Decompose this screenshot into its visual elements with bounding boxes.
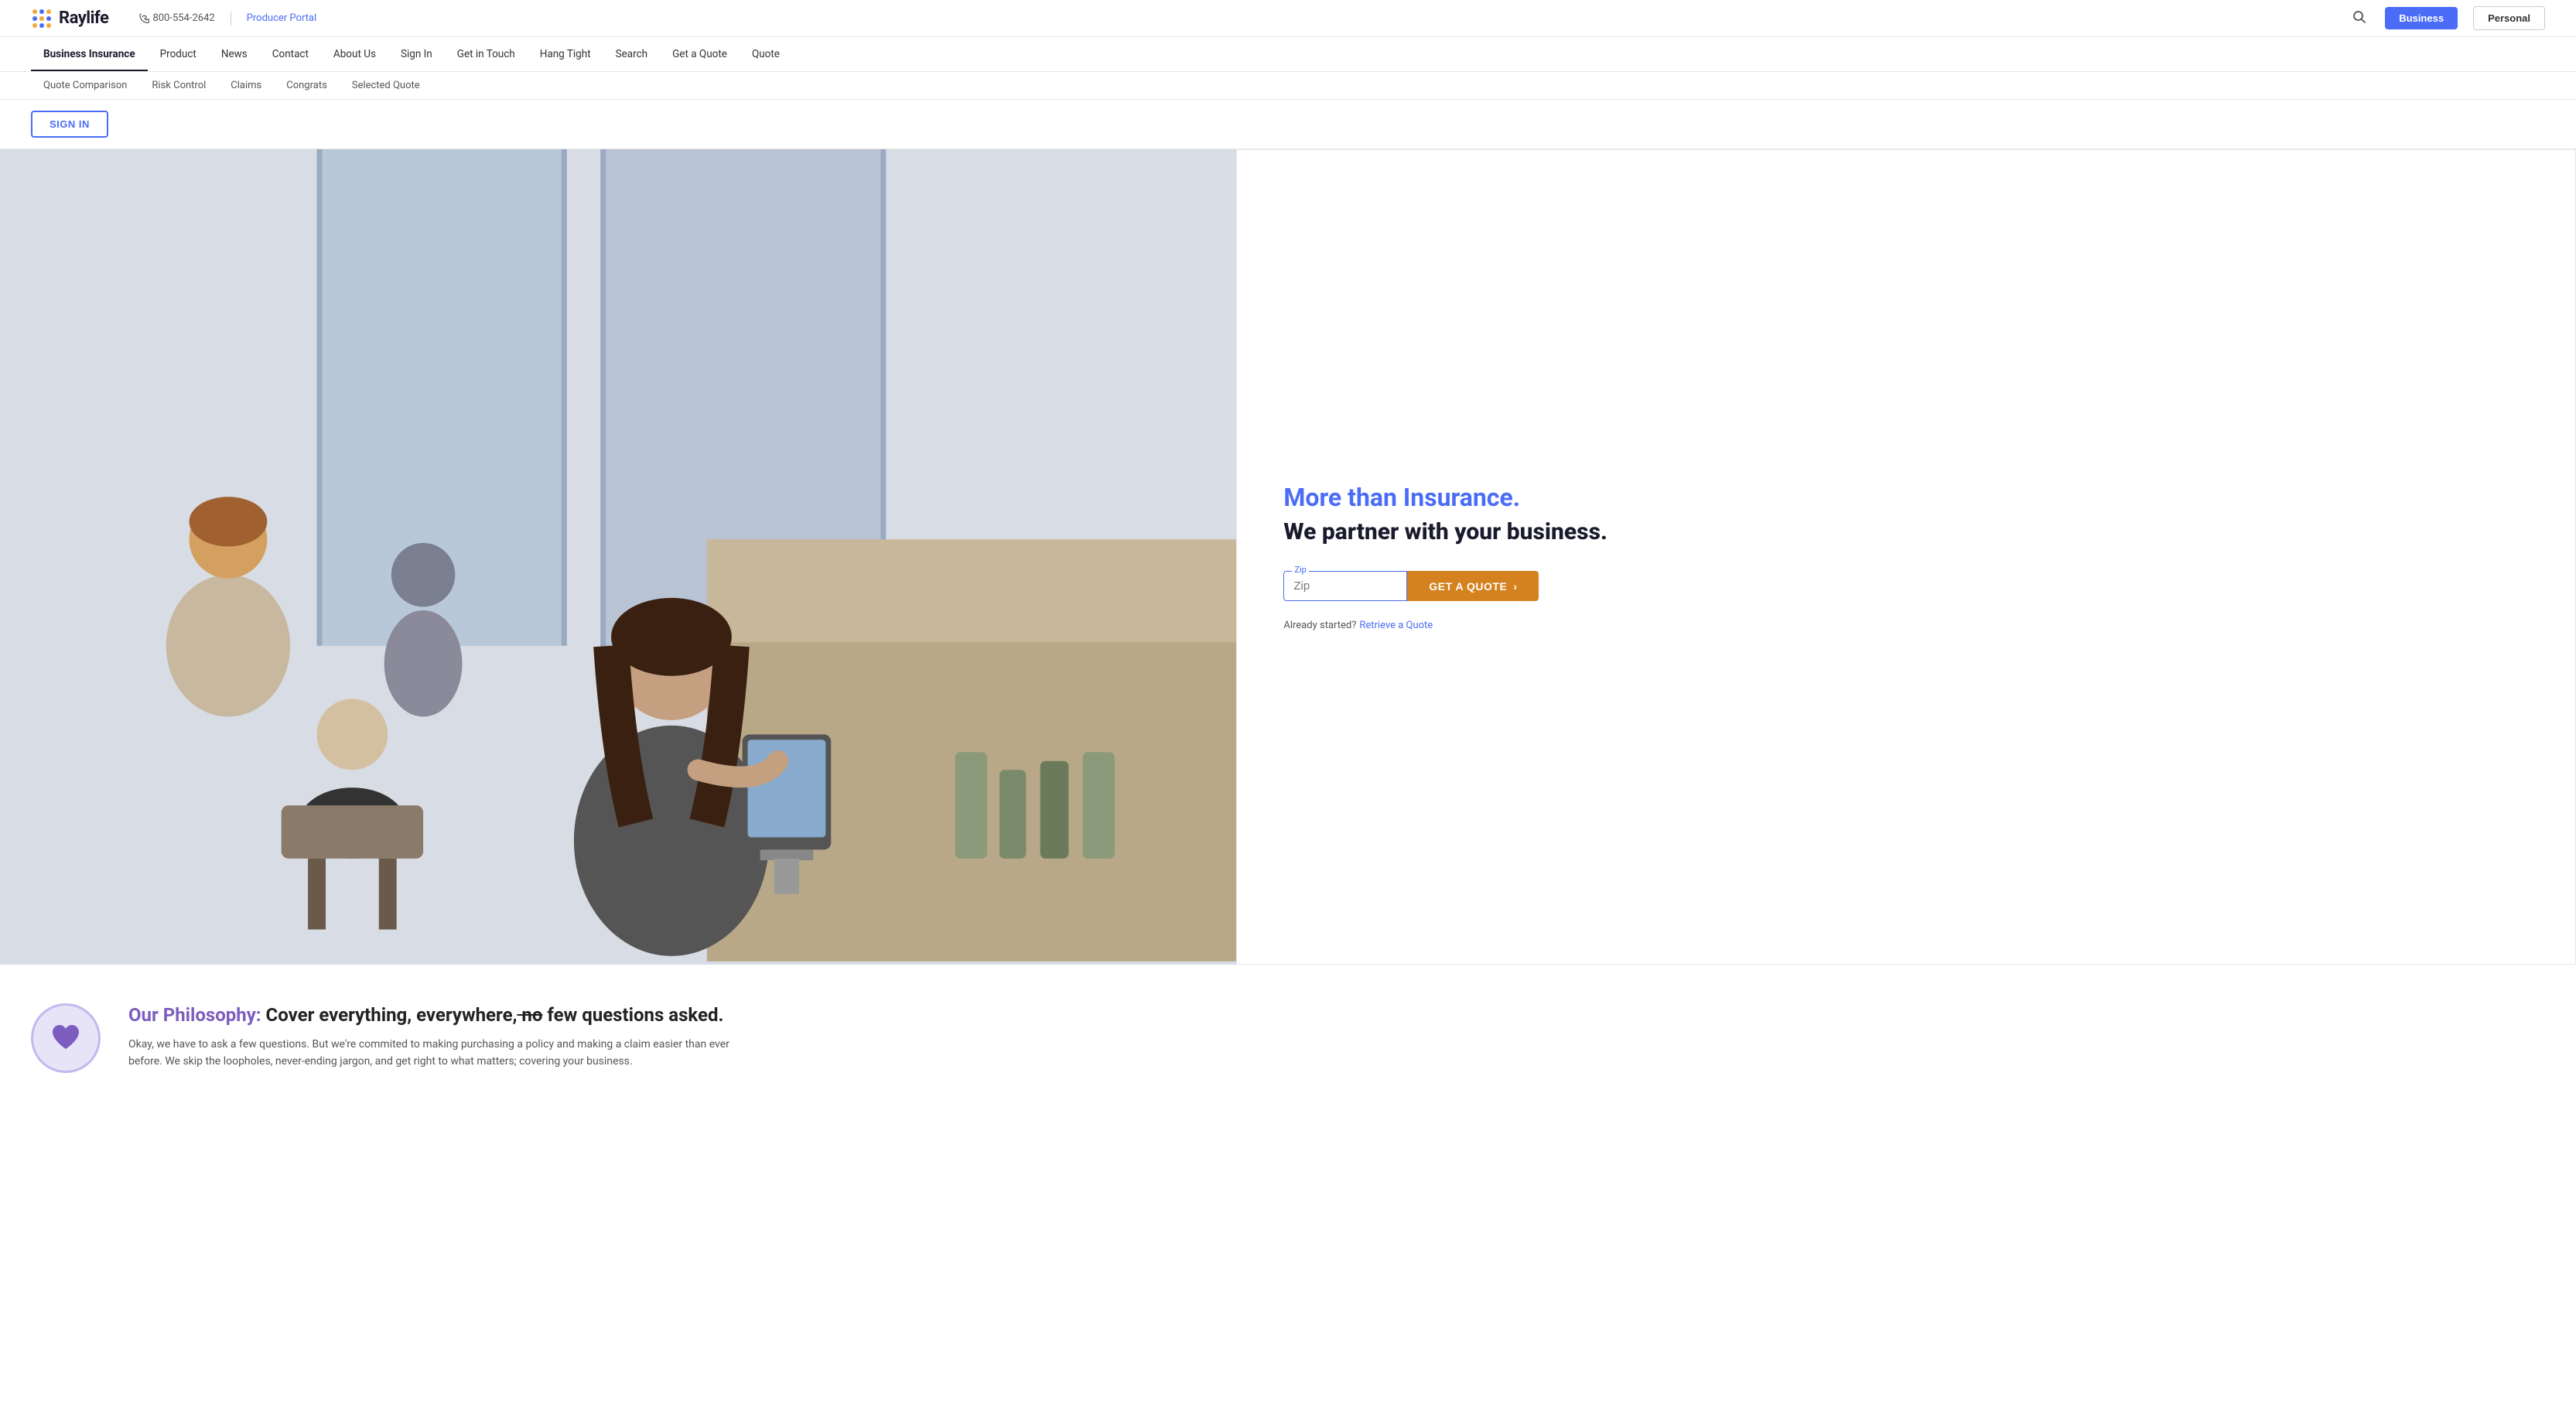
philosophy-section: Our Philosophy: Cover everything, everyw… — [0, 965, 2576, 1112]
logo-text: Raylife — [59, 9, 108, 28]
philosophy-title-main: Cover everything, everywhere, — [261, 1004, 518, 1026]
producer-portal-link[interactable]: Producer Portal — [247, 12, 316, 24]
zip-wrapper: Zip — [1283, 571, 1407, 601]
nav-item-business-insurance[interactable]: Business Insurance — [31, 37, 148, 71]
arrow-icon: › — [1513, 580, 1517, 593]
personal-toggle-button[interactable]: Personal — [2473, 6, 2545, 30]
philosophy-description: Okay, we have to ask a few questions. Bu… — [128, 1036, 747, 1071]
search-button[interactable] — [2349, 7, 2369, 29]
philosophy-icon-circle — [31, 1003, 101, 1073]
hero-tagline: More than Insurance. — [1283, 483, 2529, 512]
logo-icon — [31, 8, 53, 29]
hero-content: More than Insurance. We partner with you… — [1236, 149, 2576, 965]
phone-link[interactable]: 800-554-2642 — [139, 12, 214, 24]
hero-section: More than Insurance. We partner with you… — [0, 149, 2576, 965]
sign-in-button[interactable]: SIGN IN — [31, 111, 108, 138]
philosophy-text-area: Our Philosophy: Cover everything, everyw… — [128, 1003, 747, 1070]
sub-nav-selected-quote[interactable]: Selected Quote — [340, 72, 432, 99]
phone-icon — [139, 13, 149, 23]
sub-nav-quote-comparison[interactable]: Quote Comparison — [31, 72, 139, 99]
sub-nav-claims[interactable]: Claims — [218, 72, 274, 99]
nav-item-about-us[interactable]: About Us — [321, 37, 388, 71]
get-quote-button[interactable]: GET A QUOTE › — [1407, 571, 1539, 601]
nav-item-quote[interactable]: Quote — [740, 37, 792, 71]
already-started-row: Already started? Retrieve a Quote — [1283, 617, 2529, 631]
philosophy-title-strike: no — [517, 1004, 542, 1026]
top-bar: Raylife 800-554-2642 Producer Portal Bus… — [0, 0, 2576, 37]
philosophy-title-end: few questions asked. — [542, 1004, 723, 1026]
sub-nav-risk-control[interactable]: Risk Control — [139, 72, 218, 99]
hero-image — [0, 149, 1236, 965]
nav-item-get-in-touch[interactable]: Get in Touch — [445, 37, 528, 71]
hero-subtitle: We partner with your business. — [1283, 518, 2529, 546]
nav-item-product[interactable]: Product — [148, 37, 209, 71]
zip-input[interactable] — [1293, 575, 1397, 597]
search-icon — [2352, 10, 2366, 24]
main-nav: Business Insurance Product News Contact … — [0, 37, 2576, 72]
philosophy-title: Our Philosophy: Cover everything, everyw… — [128, 1003, 747, 1027]
sub-nav-congrats[interactable]: Congrats — [274, 72, 340, 99]
sub-nav: Quote Comparison Risk Control Claims Con… — [0, 72, 2576, 100]
nav-item-contact[interactable]: Contact — [260, 37, 321, 71]
nav-item-search[interactable]: Search — [603, 37, 660, 71]
zip-label: Zip — [1292, 565, 1308, 575]
business-toggle-button[interactable]: Business — [2385, 7, 2458, 29]
quote-form: Zip GET A QUOTE › — [1283, 571, 2529, 601]
nav-item-hang-tight[interactable]: Hang Tight — [528, 37, 603, 71]
philosophy-title-colored: Our Philosophy: — [128, 1004, 261, 1026]
nav-item-news[interactable]: News — [209, 37, 260, 71]
nav-item-sign-in[interactable]: Sign In — [388, 37, 445, 71]
nav-item-get-a-quote[interactable]: Get a Quote — [660, 37, 740, 71]
already-started-text: Already started? — [1283, 620, 1356, 631]
sign-in-row: SIGN IN — [0, 100, 2576, 149]
heart-icon — [49, 1021, 83, 1055]
retrieve-quote-link[interactable]: Retrieve a Quote — [1359, 620, 1433, 631]
logo-area: Raylife — [31, 8, 108, 29]
